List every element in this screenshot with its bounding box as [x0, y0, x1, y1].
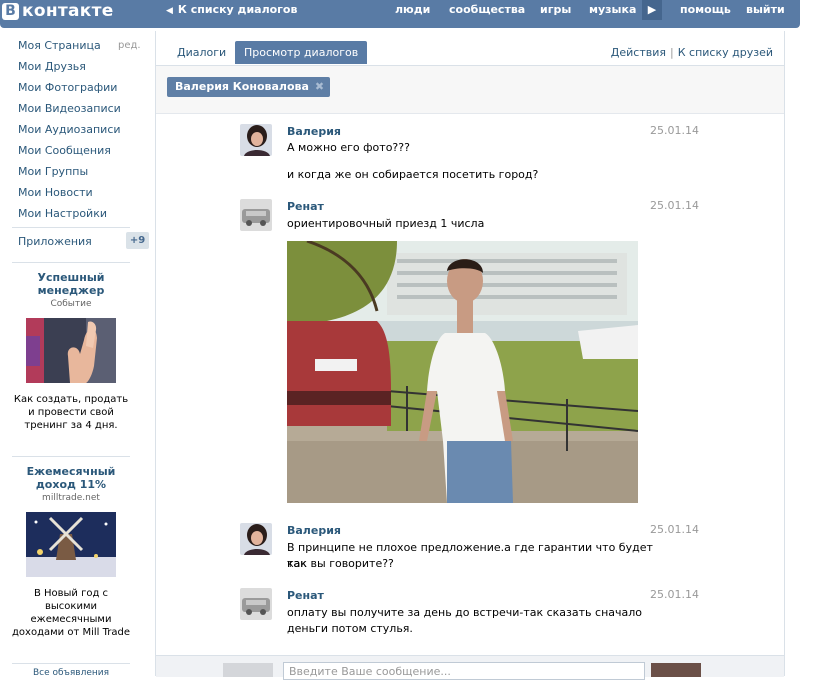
ad-title[interactable]: Успешный менеджер — [12, 271, 130, 297]
message-item: Ренат 25.01.14 оплату вы получите за ден… — [240, 588, 700, 638]
message-text: деньги потом стулья. — [287, 622, 413, 635]
tabs-row: Диалоги Просмотр диалогов Действия | К спи… — [156, 31, 784, 66]
top-bar: B контакте ◀ К списку диалогов люди сообщ… — [0, 0, 800, 28]
message-author[interactable]: Ренат — [287, 200, 324, 213]
apps-count-badge[interactable]: +9 — [126, 232, 149, 249]
ad-image[interactable] — [26, 512, 116, 577]
ad-block[interactable]: Ежемесячный доход 11% milltrade.net В Но… — [12, 465, 130, 639]
sidebar-item-friends[interactable]: Мои Друзья — [18, 60, 150, 81]
message-item: Валерия 25.01.14 В принципе не плохое пр… — [240, 523, 700, 573]
sidebar-item-audio[interactable]: Мои Аудиозаписи — [18, 123, 150, 144]
sidebar-item-label: Мои Друзья — [18, 60, 86, 73]
my-avatar — [223, 663, 273, 677]
message-date[interactable]: 25.01.14 — [650, 588, 699, 601]
vk-logo[interactable]: B контакте — [2, 0, 114, 22]
sidebar-item-label: Мои Новости — [18, 186, 93, 199]
message-text: А можно его фото??? — [287, 141, 410, 154]
sidebar-item-label: Мои Видеозаписи — [18, 102, 121, 115]
separator: | — [670, 46, 674, 59]
message-text: как вы говорите?? — [287, 557, 394, 570]
message-date[interactable]: 25.01.14 — [650, 124, 699, 137]
composer-bar: Введите Ваше сообщение... — [156, 655, 784, 680]
sidebar-item-label: Моя Страница — [18, 39, 101, 52]
nav-communities[interactable]: сообщества — [449, 3, 525, 16]
play-icon: ▶ — [647, 3, 657, 16]
sidebar-item-apps[interactable]: Приложения — [18, 235, 92, 248]
message-author[interactable]: Валерия — [287, 524, 341, 537]
sidebar-item-news[interactable]: Мои Новости — [18, 186, 150, 207]
ad-subtitle: Событие — [50, 299, 92, 309]
nav-games[interactable]: игры — [540, 3, 571, 16]
sidebar-item-videos[interactable]: Мои Видеозаписи — [18, 102, 150, 123]
main-panel: Диалоги Просмотр диалогов Действия | К спи… — [155, 31, 785, 680]
message-date[interactable]: 25.01.14 — [650, 199, 699, 212]
message-author[interactable]: Ренат — [287, 589, 324, 602]
attached-photo[interactable] — [287, 241, 638, 503]
all-ads-link[interactable]: Все объявления — [12, 668, 130, 678]
sidebar-item-label: Мои Фотографии — [18, 81, 118, 94]
sidebar-item-label: Мои Аудиозаписи — [18, 123, 121, 136]
nav-logout[interactable]: выйти — [746, 3, 785, 16]
chip-label: Валерия Коновалова — [175, 80, 309, 93]
friends-list-link[interactable]: К списку друзей — [678, 46, 773, 59]
avatar[interactable] — [240, 124, 272, 156]
ad-subtitle: milltrade.net — [42, 493, 100, 503]
nav-help[interactable]: помощь — [680, 3, 731, 16]
ad-title[interactable]: Ежемесячный доход 11% — [12, 465, 130, 491]
ad-block[interactable]: Успешный менеджер Событие Как создать, п… — [12, 271, 130, 432]
participant-chip[interactable]: Валерия Коновалова ✖ — [167, 77, 331, 97]
message-date[interactable]: 25.01.14 — [650, 523, 699, 536]
ad-image[interactable] — [26, 318, 116, 383]
ad-image-graphic — [26, 318, 116, 383]
avatar[interactable] — [240, 199, 272, 231]
sidebar-item-groups[interactable]: Мои Группы — [18, 165, 150, 186]
menu-divider — [12, 227, 130, 228]
ad-divider — [12, 663, 130, 664]
sidebar-item-label: Мои Сообщения — [18, 144, 111, 157]
message-item: Валерия 25.01.14 А можно его фото??? и к… — [240, 124, 700, 184]
close-icon[interactable]: ✖ — [315, 80, 324, 93]
actions-link[interactable]: Действия — [611, 46, 666, 59]
attached-photo-image — [287, 241, 638, 503]
back-to-dialogs-link[interactable]: ◀ К списку диалогов — [166, 3, 297, 16]
logo-mark: B — [2, 2, 19, 20]
sidebar-item-label: Мои Группы — [18, 165, 89, 178]
message-text: оплату вы получите за день до встречи-та… — [287, 606, 643, 619]
avatar-image — [240, 588, 272, 620]
avatar[interactable] — [240, 588, 272, 620]
sidebar-item-label: Мои Настройки — [18, 207, 107, 220]
left-menu: Моя Страница ред. Мои Друзья Мои Фотогра… — [18, 39, 150, 228]
nav-people[interactable]: люди — [395, 3, 430, 16]
recipient-avatar — [651, 663, 701, 677]
avatar[interactable] — [240, 523, 272, 555]
filter-row: Валерия Коновалова ✖ — [156, 66, 784, 114]
chevron-left-icon: ◀ — [166, 6, 173, 16]
ad-text[interactable]: В Новый год с высокими ежемесячными дохо… — [12, 587, 130, 639]
logo-text: контакте — [22, 1, 114, 21]
tab-links: Действия | К списку друзей — [611, 46, 773, 59]
ad-text[interactable]: Как создать, продать и провести свой тре… — [12, 393, 130, 432]
tab-dialogs[interactable]: Диалоги — [168, 41, 235, 64]
avatar-image — [240, 199, 272, 231]
message-input[interactable]: Введите Ваше сообщение... — [283, 662, 645, 680]
ad-image-graphic — [26, 512, 116, 577]
message-author[interactable]: Валерия — [287, 125, 341, 138]
sidebar-item-my-page[interactable]: Моя Страница ред. — [18, 39, 150, 60]
sidebar-item-settings[interactable]: Мои Настройки — [18, 207, 150, 228]
message-text: и когда же он собирается посетить город? — [287, 168, 539, 181]
nav-more-button[interactable]: ▶ — [642, 0, 662, 20]
sidebar-item-messages[interactable]: Мои Сообщения — [18, 144, 150, 165]
tab-view-dialogs[interactable]: Просмотр диалогов — [235, 41, 368, 64]
edit-link[interactable]: ред. — [118, 39, 141, 53]
menu-divider — [12, 262, 130, 263]
nav-music[interactable]: музыка — [589, 3, 636, 16]
back-link-label: К списку диалогов — [177, 3, 298, 16]
ad-divider — [12, 456, 130, 457]
message-text: ориентировочный приезд 1 числа — [287, 217, 485, 230]
sidebar-item-photos[interactable]: Мои Фотографии — [18, 81, 150, 102]
avatar-image — [240, 523, 272, 555]
avatar-image — [240, 124, 272, 156]
